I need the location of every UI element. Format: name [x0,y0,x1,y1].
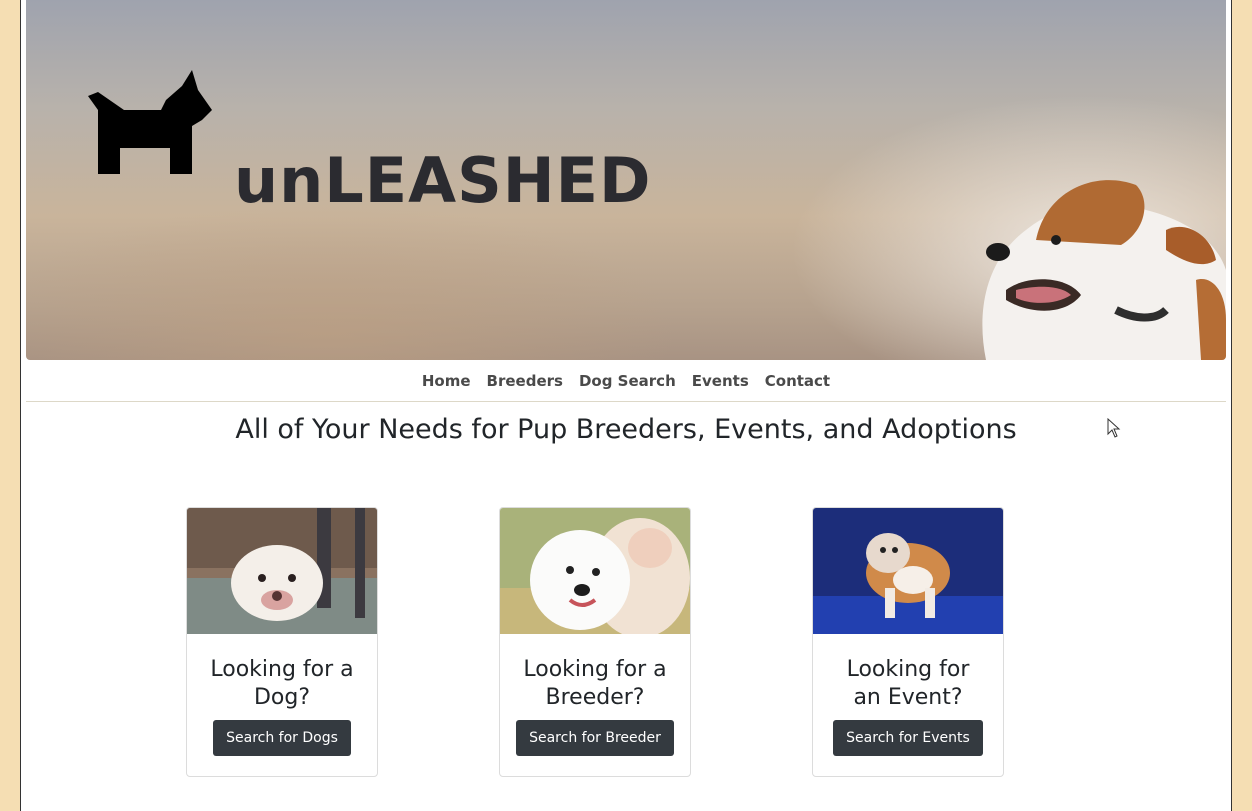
card-title-line: an Event? [853,685,963,710]
mouse-cursor-icon [1107,418,1121,438]
pitbull-photo [187,508,377,634]
nav-home[interactable]: Home [422,372,471,390]
card-title: Looking for a Breeder? [500,656,690,712]
hero-banner: unLEASHED [26,0,1226,360]
bulldog-show-photo [813,508,1003,634]
card-title: Looking for a Dog? [187,656,377,712]
search-breeder-button[interactable]: Search for Breeder [516,720,674,756]
card-title-line: Looking for a [523,657,667,682]
page-headline: All of Your Needs for Pup Breeders, Even… [235,414,1017,445]
brand-title: unLEASHED [234,144,652,217]
card-title-line: Looking for a [210,657,354,682]
card-breeder: Looking for a Breeder? Search for Breede… [499,507,691,777]
search-events-button[interactable]: Search for Events [833,720,983,756]
card-title: Looking for an Event? [813,656,1003,712]
main-nav: Home Breeders Dog Search Events Contact [26,360,1226,402]
terrier-photo [982,180,1226,360]
nav-events[interactable]: Events [692,372,749,390]
card-title-line: Breeder? [545,685,645,710]
dog-icon [88,70,212,174]
card-dog: Looking for a Dog? Search for Dogs [186,507,378,777]
nav-dog-search[interactable]: Dog Search [579,372,676,390]
card-title-line: Dog? [253,685,311,710]
card-title-line: Looking for [846,657,970,682]
nav-breeders[interactable]: Breeders [487,372,563,390]
nav-contact[interactable]: Contact [765,372,830,390]
page-container: unLEASHED Home Breeders Dog Search Event… [20,0,1232,811]
samoyed-photo [500,508,690,634]
search-dogs-button[interactable]: Search for Dogs [213,720,351,756]
card-event: Looking for an Event? Search for Events [812,507,1004,777]
